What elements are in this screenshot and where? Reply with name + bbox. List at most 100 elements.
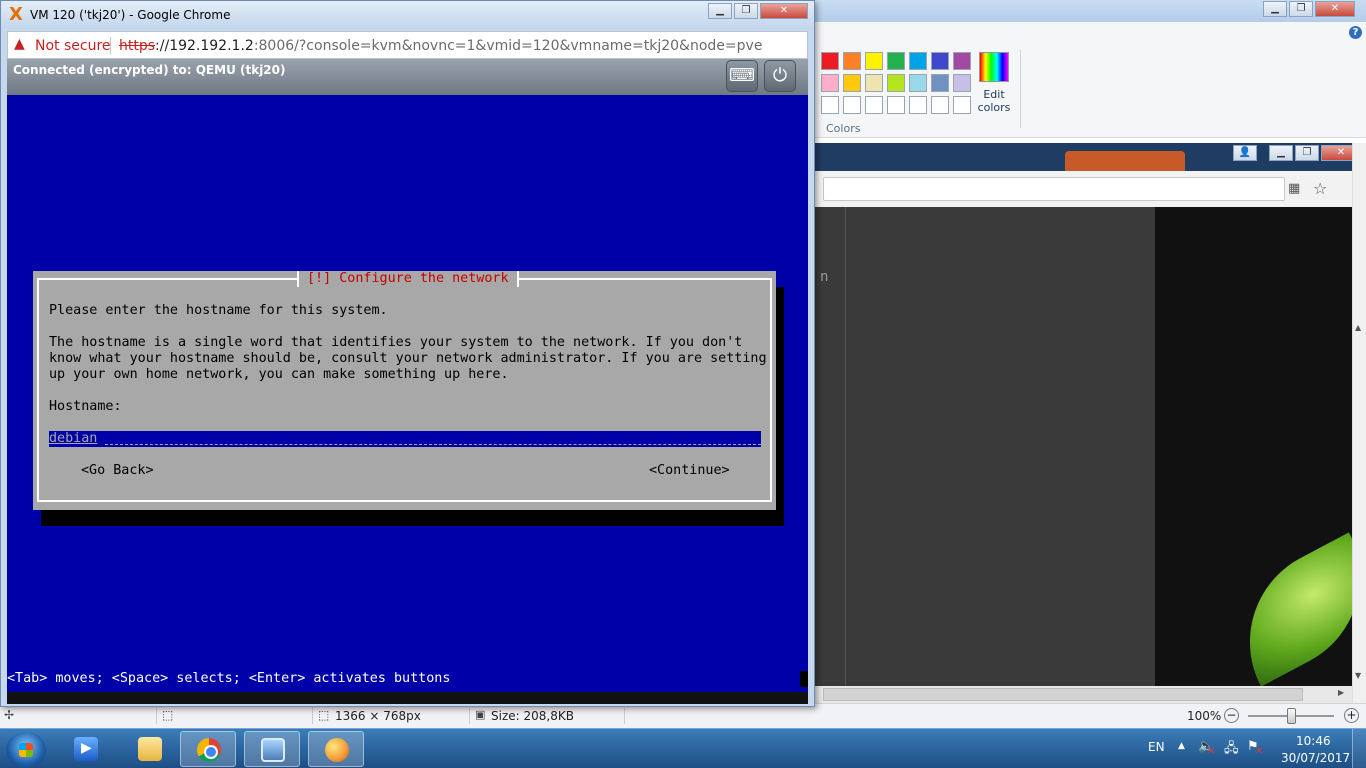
go-back-button[interactable]: <Go Back> — [81, 463, 154, 479]
bookmark-star-icon[interactable]: ☆ — [1313, 179, 1327, 198]
hostname-input[interactable]: debian — [49, 431, 761, 447]
chrome-icon — [197, 738, 221, 762]
color-swatch[interactable] — [909, 74, 927, 92]
continue-button[interactable]: <Continue> — [649, 463, 730, 479]
hostname-label: Hostname: — [49, 399, 122, 414]
horizontal-scrollbar[interactable] — [815, 686, 1352, 703]
zoom-slider-thumb[interactable] — [1287, 708, 1296, 724]
file-size: Size: 208,8KB — [491, 709, 574, 723]
show-desktop-button[interactable] — [1352, 729, 1366, 768]
hostname-value: debian — [49, 431, 98, 447]
volume-muted-icon: ✕ — [1207, 746, 1216, 757]
taskbar-paint[interactable] — [308, 731, 364, 767]
editor-gutter — [845, 207, 846, 686]
color-swatch[interactable] — [821, 74, 839, 92]
power-icon[interactable]: ⏻ — [764, 60, 796, 92]
color-swatch[interactable] — [953, 52, 971, 70]
action-center-alert-icon: ✕ — [1255, 746, 1264, 757]
zoom-in-button[interactable]: + — [1344, 708, 1359, 723]
color-swatch[interactable] — [843, 52, 861, 70]
empty-color-swatch[interactable] — [953, 96, 971, 114]
selection-icon: ⬚ — [162, 708, 174, 722]
scroll-down-arrow-icon[interactable]: ▼ — [1355, 671, 1361, 680]
background-chrome-titlebar: 👤 ▁ ❐ ✕ — [815, 143, 1366, 171]
background-chrome-content: n — [815, 207, 1366, 686]
vertical-scrollbar[interactable]: ▲ ▼ — [1352, 143, 1366, 703]
explorer-icon — [138, 737, 162, 761]
color-swatch[interactable] — [865, 52, 883, 70]
color-swatch[interactable] — [821, 52, 839, 70]
close-button[interactable]: ✕ — [760, 3, 808, 19]
color-swatch[interactable] — [887, 52, 905, 70]
scroll-right-arrow-icon[interactable]: ▶ — [1338, 688, 1344, 697]
background-chrome-minimize-button[interactable]: ▁ — [1269, 145, 1293, 161]
url-text[interactable]: https://192.192.1.2:8006/?console=kvm&no… — [119, 38, 762, 54]
address-bar[interactable]: ▲ Not secure https://192.192.1.2:8006/?c… — [7, 31, 808, 59]
warning-icon[interactable]: ▲ — [14, 36, 25, 52]
vm-window-titlebar[interactable]: X VM 120 ('tkj20') - Google Chrome ▁ ❐ ✕ — [1, 1, 814, 29]
status-divider — [312, 708, 313, 724]
taskbar: EN ▲ 🔈 ✕ 🖧 ⚑ ✕ 10:46 30/07/2017 — [0, 728, 1366, 768]
background-chrome-toolbar: ▦ ☆ — [815, 171, 1366, 207]
color-swatch[interactable] — [931, 52, 949, 70]
paint-maximize-button[interactable]: ❐ — [1289, 1, 1313, 17]
leaf-image — [1216, 532, 1366, 686]
clock-time[interactable]: 10:46 — [1296, 734, 1331, 748]
vm-console-screen[interactable]: [!] Configure the network Please enter t… — [7, 95, 808, 692]
taskbar-chrome[interactable] — [180, 731, 236, 767]
color-swatch[interactable] — [843, 74, 861, 92]
start-button[interactable] — [6, 732, 46, 768]
clock-date[interactable]: 30/07/2017 — [1281, 751, 1350, 765]
color-swatch[interactable] — [887, 74, 905, 92]
paint-close-button[interactable]: ✕ — [1315, 1, 1355, 17]
background-chrome-address-bar[interactable] — [823, 177, 1285, 201]
empty-color-swatch[interactable] — [843, 96, 861, 114]
image-dimensions: 1366 × 768px — [335, 709, 421, 723]
help-icon[interactable]: ? — [1349, 26, 1362, 39]
empty-color-swatch[interactable] — [865, 96, 883, 114]
security-indicator[interactable]: Not secure — [35, 38, 111, 54]
configure-network-dialog: [!] Configure the network Please enter t… — [33, 271, 776, 510]
network-icon[interactable]: 🖧 — [1224, 739, 1239, 761]
editor-text-fragment: n — [820, 269, 829, 285]
input-fill — [105, 431, 761, 445]
taskbar-media-player[interactable] — [58, 731, 114, 767]
show-hidden-icons-icon[interactable]: ▲ — [1178, 741, 1185, 751]
color-swatch[interactable] — [865, 74, 883, 92]
vm-console-window: X VM 120 ('tkj20') - Google Chrome ▁ ❐ ✕… — [0, 0, 815, 707]
taskbar-photo-viewer[interactable] — [244, 731, 300, 767]
connection-status: Connected (encrypted) to: QEMU (tkj20) — [13, 63, 286, 77]
zoom-level: 100% — [1187, 709, 1222, 723]
wallpaper-preview — [1155, 207, 1366, 686]
color-swatch[interactable] — [953, 74, 971, 92]
language-indicator[interactable]: EN — [1148, 740, 1165, 754]
zoom-out-button[interactable]: − — [1224, 708, 1239, 723]
send-keys-icon[interactable]: ⌨ — [726, 60, 758, 92]
image-dimensions-icon: ⬚ — [318, 708, 330, 722]
background-chrome-maximize-button[interactable]: ❐ — [1295, 145, 1319, 161]
scroll-up-arrow-icon[interactable]: ▲ — [1355, 323, 1361, 332]
empty-color-swatch[interactable] — [821, 96, 839, 114]
description-line: up your own home network, you can make s… — [49, 367, 509, 382]
paint-minimize-button[interactable]: ▁ — [1263, 1, 1287, 17]
translate-icon[interactable]: ▦ — [1288, 181, 1300, 196]
empty-color-swatch[interactable] — [931, 96, 949, 114]
empty-color-swatch[interactable] — [909, 96, 927, 114]
background-chrome-tab[interactable] — [1065, 151, 1185, 171]
color-swatch[interactable] — [909, 52, 927, 70]
edit-colors-button[interactable]: Edit colors — [976, 52, 1012, 118]
background-chrome-profile-button[interactable]: 👤 — [1233, 145, 1257, 161]
maximize-button[interactable]: ❐ — [734, 3, 758, 19]
status-divider — [156, 708, 157, 724]
horizontal-scroll-thumb[interactable] — [823, 688, 1303, 701]
url-scheme: https — [119, 38, 156, 54]
ribbon-divider — [1020, 50, 1021, 128]
status-divider — [469, 708, 470, 724]
taskbar-explorer[interactable] — [122, 731, 178, 767]
minimize-button[interactable]: ▁ — [708, 3, 732, 19]
move-cursor-icon: ✢ — [4, 708, 15, 722]
disk-icon: ▣ — [475, 708, 486, 721]
dialog-title: [!] Configure the network — [297, 271, 519, 287]
empty-color-swatch[interactable] — [887, 96, 905, 114]
color-swatch[interactable] — [931, 74, 949, 92]
